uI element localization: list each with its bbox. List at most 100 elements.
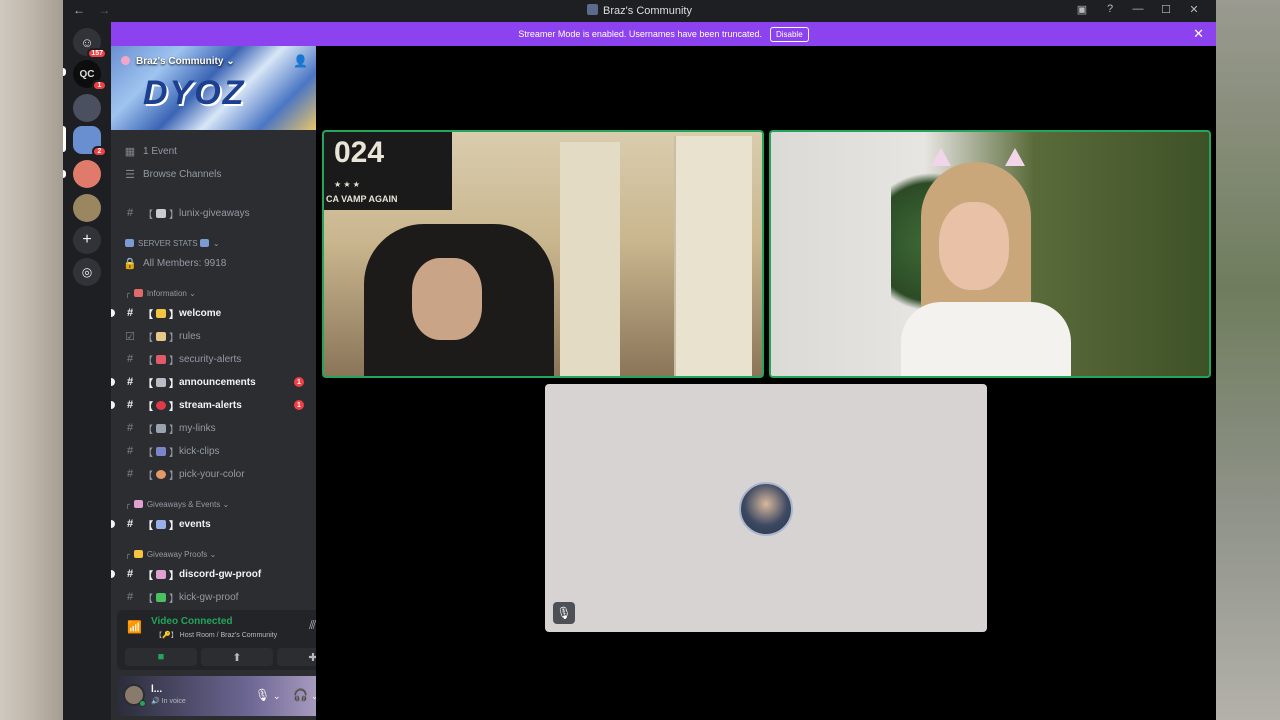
category-name: Giveaway Proofs	[146, 549, 208, 559]
channel-kick-clips[interactable]: # 【】 kick-clips	[111, 441, 316, 461]
channel-name: rules	[179, 330, 201, 342]
server-icon-3[interactable]	[73, 94, 101, 122]
channel-name: discord-gw-proof	[179, 568, 262, 580]
close-button[interactable]: ✕	[1180, 3, 1208, 16]
browse-channels-row[interactable]: ☰ Browse Channels	[111, 164, 316, 184]
signal-icon[interactable]: 📶	[127, 620, 142, 634]
unread-indicator	[111, 570, 115, 578]
category-information[interactable]: ╭ Information ⌄	[111, 285, 316, 301]
channel-all-members[interactable]: 🔒 All Members: 9918	[111, 253, 316, 273]
events-label: 1 Event	[143, 145, 177, 157]
flag-graphic: 024	[334, 136, 385, 169]
add-server-icon[interactable]: +	[73, 226, 101, 254]
voice-status[interactable]: Video Connected	[151, 616, 233, 627]
camera-button[interactable]: ■	[125, 648, 197, 666]
channel-discord-gw-proof[interactable]: # 【】 discord-gw-proof	[111, 564, 316, 584]
category-giveaways-events[interactable]: ╭ Giveaways & Events ⌄	[111, 496, 316, 512]
hash-icon: #	[126, 399, 134, 411]
channel-welcome[interactable]: # 【】 welcome	[111, 303, 316, 323]
category-giveaway-proofs[interactable]: ╭ Giveaway Proofs ⌄	[111, 546, 316, 562]
cat-ear-headset-icon	[931, 148, 1027, 168]
noise-suppression-icon[interactable]: ⫻	[309, 618, 316, 633]
channel-emoji	[156, 423, 166, 433]
unread-indicator	[111, 309, 115, 317]
video-tile-participant-3[interactable]: 🎙	[545, 384, 987, 632]
server-boost-icon	[121, 56, 130, 65]
chevron-down-icon: ⌄	[222, 499, 230, 509]
stats-emoji-2	[199, 239, 209, 247]
banner-art: DYOZ	[143, 74, 246, 112]
headphones-icon[interactable]: 🎧	[293, 688, 308, 702]
hash-icon: #	[126, 568, 134, 580]
channel-my-links[interactable]: # 【】 my-links	[111, 418, 316, 438]
minimize-button[interactable]: —	[1124, 3, 1152, 16]
server-icon-6[interactable]	[73, 194, 101, 222]
video-tile-participant-1[interactable]: 024 ★ ★ ★ CA VAMP AGAIN	[322, 130, 764, 378]
channel-name: security-alerts	[179, 353, 242, 365]
category-server-stats[interactable]: SERVER STATS ⌄	[111, 235, 316, 251]
active-server-badge: 2	[92, 146, 107, 157]
category-emoji	[133, 550, 143, 558]
channel-announcements[interactable]: # 【】 announcements 1	[111, 372, 316, 392]
server-icon-qc[interactable]: QC 1	[73, 60, 107, 91]
background-room-right	[1216, 0, 1280, 720]
events-row[interactable]: ▦ 1 Event	[111, 141, 316, 161]
mention-badge: 1	[294, 377, 304, 387]
maximize-button[interactable]: ☐	[1152, 3, 1180, 16]
window-title: Braz's Community	[63, 4, 1216, 17]
channel-emoji	[156, 569, 166, 579]
close-banner-icon[interactable]: ✕	[1193, 26, 1204, 42]
microphone-icon[interactable]: 🎙	[255, 688, 270, 702]
background-door-2	[674, 136, 752, 376]
unread-indicator	[111, 520, 115, 528]
server-unread-badge: 1	[92, 80, 107, 91]
background-door	[560, 142, 620, 376]
server-icon-braz[interactable]: 2	[73, 126, 107, 157]
participant-body	[901, 302, 1071, 376]
participant-figure	[901, 148, 1081, 376]
wall-flag: 024 ★ ★ ★ CA VAMP AGAIN	[324, 132, 452, 210]
category-name: Information	[146, 288, 187, 298]
explore-servers-icon[interactable]: ◎	[73, 258, 101, 286]
username[interactable]: l...	[151, 684, 162, 695]
screen-share-button[interactable]: ⬆	[201, 648, 273, 666]
channel-kick-gw-proof[interactable]: # 【】 kick-gw-proof	[111, 587, 316, 607]
category-emoji	[133, 500, 143, 508]
channel-stream-alerts[interactable]: # 【】 stream-alerts 1	[111, 395, 316, 415]
channel-name: welcome	[179, 307, 222, 319]
channel-name: stream-alerts	[179, 399, 242, 411]
browse-icon: ☰	[125, 168, 135, 181]
category-name: Giveaways & Events	[146, 499, 221, 509]
channel-name: lunix-giveaways	[179, 207, 250, 219]
video-tile-participant-2[interactable]	[769, 130, 1211, 378]
channel-events[interactable]: # 【】 events	[111, 514, 316, 534]
chevron-down-icon: ⌄	[209, 549, 217, 559]
chevron-down-icon: ⌄	[226, 56, 235, 67]
channel-emoji	[156, 592, 166, 602]
channel-emoji	[156, 331, 166, 341]
channel-security-alerts[interactable]: # 【】 security-alerts	[111, 349, 316, 369]
server-name-button[interactable]: Braz's Community ⌄	[121, 56, 235, 67]
activities-button[interactable]: ✚	[277, 648, 316, 666]
thread-hook-icon: ╭	[125, 549, 130, 559]
server-icon-5[interactable]	[73, 160, 101, 188]
hash-icon: #	[126, 591, 134, 603]
channel-pick-your-color[interactable]: # 【】 pick-your-color	[111, 464, 316, 484]
home-button[interactable]: ☺ 157	[73, 28, 107, 59]
help-icon[interactable]: ?	[1096, 3, 1124, 16]
disable-streamer-mode-button[interactable]: Disable	[769, 26, 809, 42]
channel-emoji	[156, 446, 166, 456]
flag-stars: ★ ★ ★	[334, 180, 360, 189]
voice-stage: 024 ★ ★ ★ CA VAMP AGAIN 🎙	[316, 46, 1216, 720]
mic-chevron-icon[interactable]: ⌄	[273, 691, 281, 702]
inbox-icon[interactable]: ▣	[1068, 3, 1096, 16]
unread-indicator	[111, 401, 115, 409]
mention-badge: 1	[294, 400, 304, 410]
invite-people-icon[interactable]: 👤	[293, 54, 308, 68]
channel-rules[interactable]: ☑ 【】 rules	[111, 326, 316, 346]
unread-indicator	[111, 378, 115, 386]
participant-face	[939, 202, 1009, 290]
channel-lunix-giveaways[interactable]: # 【】 lunix-giveaways	[111, 203, 316, 223]
unread-pill	[63, 68, 66, 76]
muted-mic-icon: 🎙	[553, 602, 575, 624]
